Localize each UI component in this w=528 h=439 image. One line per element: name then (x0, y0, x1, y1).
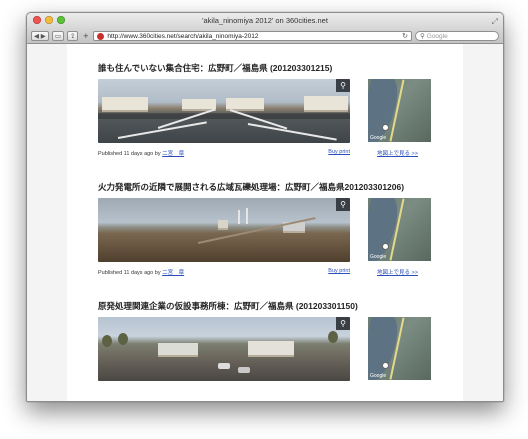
entry-meta: Published 11 days ago by 二宮 章 Buy print (98, 268, 350, 276)
map-attribution: Google (370, 254, 387, 260)
published-text: Published 11 days ago by (98, 151, 161, 157)
map-pin-icon (382, 124, 389, 131)
search-field[interactable]: ⚲ Google (415, 31, 499, 41)
entry-meta: Published 11 days ago by 二宮 章 Buy print (98, 149, 350, 157)
panorama-thumbnail[interactable]: ⚲ (98, 79, 350, 143)
pano-entry: 原発処理関連企業の仮設事務所棟：広野町／福島県 (201203301150) ⚲… (98, 300, 433, 381)
browser-window: 'akila_ninomiya 2012' on 360cities.net ⤢… (26, 12, 504, 402)
search-placeholder: Google (426, 32, 448, 40)
entry-title[interactable]: 原発処理関連企業の仮設事務所棟：広野町／福島県 (201203301150) (98, 300, 433, 312)
add-bookmark-icon[interactable]: + (81, 31, 90, 41)
map-pin-icon (382, 243, 389, 250)
title-bar: 'akila_ninomiya 2012' on 360cities.net ⤢ (27, 13, 503, 29)
search-icon: ⚲ (420, 33, 425, 40)
entry-title[interactable]: 火力発電所の近隣で展開される広域瓦礫処理場：広野町／福島県20120330120… (98, 181, 433, 193)
location-map[interactable]: Google (368, 198, 431, 261)
map-pin-icon (382, 362, 389, 369)
browser-toolbar: ◀ ▶ ▭ ⇪ + http://www.360cities.net/searc… (27, 29, 503, 44)
magnifier-icon[interactable]: ⚲ (336, 198, 350, 211)
back-forward-button[interactable]: ◀ ▶ (31, 31, 49, 41)
magnifier-icon[interactable]: ⚲ (336, 317, 350, 330)
panorama-thumbnail[interactable]: ⚲ (98, 198, 350, 262)
pano-entry: 誰も住んでいない集合住宅：広野町／福島県 (201203301215) ⚲ Go… (98, 62, 433, 157)
published-text: Published 11 days ago by (98, 270, 161, 276)
page-content: 誰も住んでいない集合住宅：広野町／福島県 (201203301215) ⚲ Go… (27, 44, 503, 401)
location-map[interactable]: Google (368, 317, 431, 380)
address-bar[interactable]: http://www.360cities.net/search/akila_ni… (93, 31, 412, 41)
results-column: 誰も住んでいない集合住宅：広野町／福島県 (201203301215) ⚲ Go… (67, 44, 463, 401)
pano-entry: 火力発電所の近隣で展開される広域瓦礫処理場：広野町／福島県20120330120… (98, 181, 433, 276)
zoom-button[interactable] (57, 16, 65, 24)
close-button[interactable] (33, 16, 41, 24)
map-attribution: Google (370, 135, 387, 141)
author-link[interactable]: 二宮 章 (162, 270, 184, 276)
share-icon[interactable]: ⇪ (66, 31, 79, 41)
map-attribution: Google (370, 373, 387, 379)
fullscreen-icon[interactable]: ⤢ (492, 14, 498, 30)
entry-title[interactable]: 誰も住んでいない集合住宅：広野町／福島県 (201203301215) (98, 62, 433, 74)
minimize-button[interactable] (45, 16, 53, 24)
view-on-map-link[interactable]: 地図上で見る >> (377, 149, 418, 157)
reader-icon[interactable]: ▭ (51, 31, 64, 41)
magnifier-icon[interactable]: ⚲ (336, 79, 350, 92)
author-link[interactable]: 二宮 章 (162, 151, 184, 157)
panorama-thumbnail[interactable]: ⚲ (98, 317, 350, 381)
reload-icon[interactable]: ↻ (402, 32, 408, 40)
view-on-map-link[interactable]: 地図上で見る >> (377, 268, 418, 276)
site-favicon-icon (97, 32, 105, 40)
window-title: 'akila_ninomiya 2012' on 360cities.net (202, 16, 328, 25)
location-map[interactable]: Google (368, 79, 431, 142)
buy-print-link[interactable]: Buy print (328, 149, 350, 155)
window-controls (33, 16, 65, 24)
url-text: http://www.360cities.net/search/akila_ni… (107, 32, 259, 40)
buy-print-link[interactable]: Buy print (328, 268, 350, 274)
